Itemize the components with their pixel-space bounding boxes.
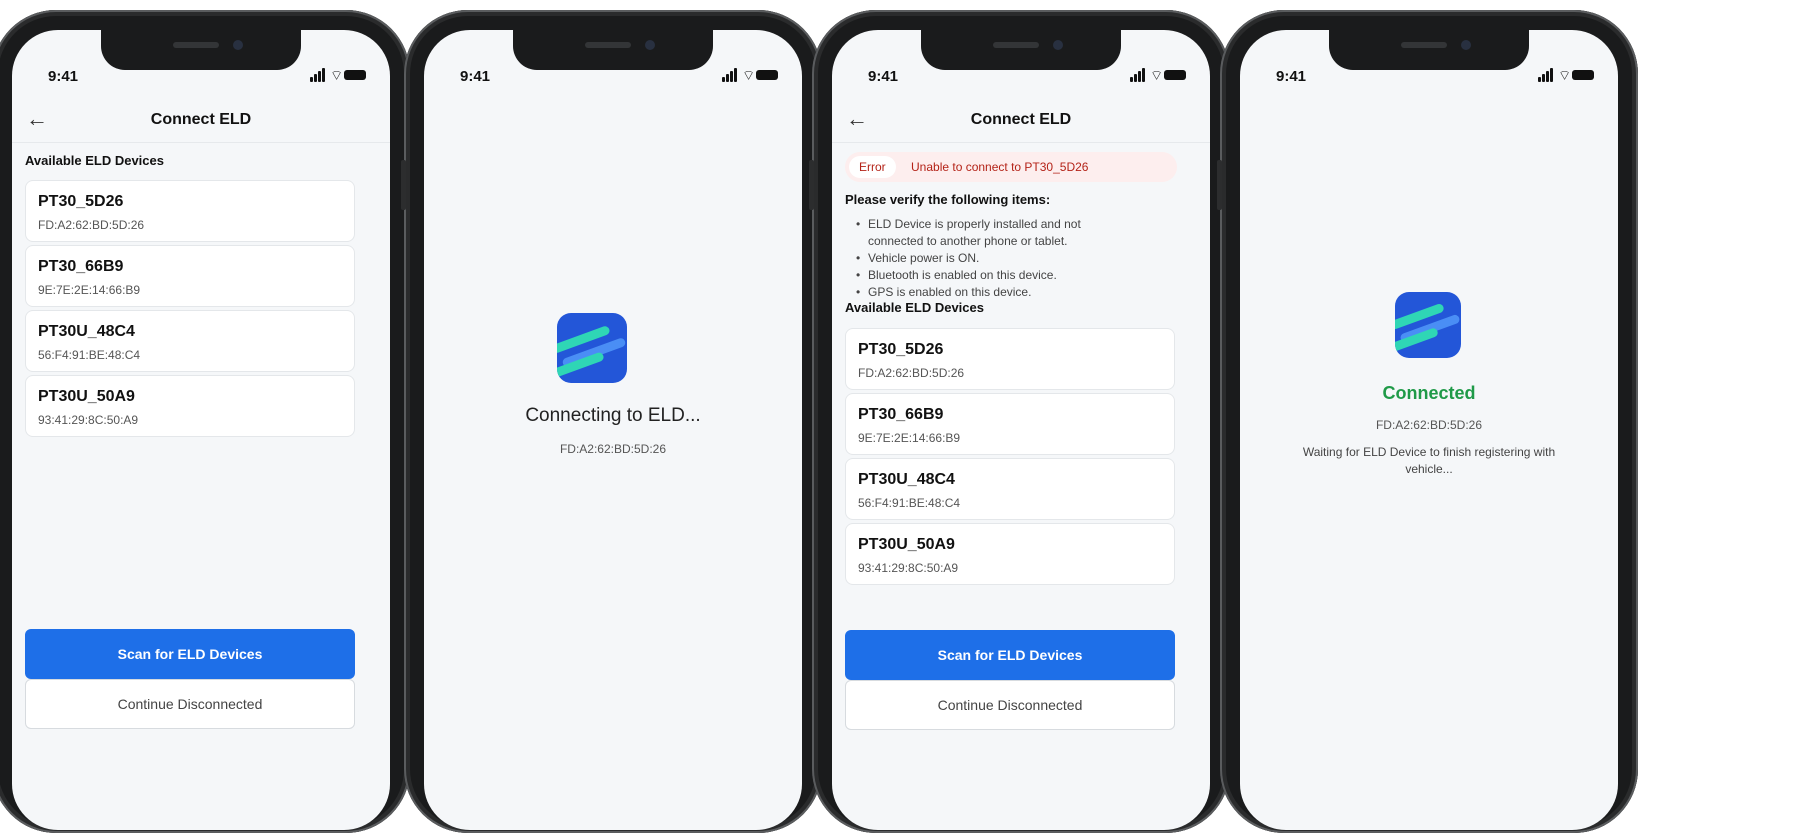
nav-bar: ← Connect ELD	[12, 98, 390, 143]
device-card[interactable]: PT30U_50A9 93:41:29:8C:50:A9	[845, 523, 1175, 585]
device-card[interactable]: PT30U_48C4 56:F4:91:BE:48:C4	[25, 310, 355, 372]
battery-icon	[1572, 70, 1594, 80]
scan-button[interactable]: Scan for ELD Devices	[25, 629, 355, 679]
device-name: PT30U_48C4	[858, 471, 955, 488]
device-card[interactable]: PT30_5D26 FD:A2:62:BD:5D:26	[845, 328, 1175, 390]
status-time: 9:41	[1276, 68, 1307, 85]
error-banner: Error Unable to connect to PT30_5D26	[845, 152, 1177, 182]
device-mac: 9E:7E:2E:14:66:B9	[38, 283, 141, 297]
checklist-item: ELD Device is properly installed and not…	[856, 216, 1118, 250]
wifi-icon: ⌔	[1150, 67, 1164, 83]
status-time: 9:41	[868, 68, 899, 85]
wifi-icon: ⌔	[330, 67, 344, 83]
device-name: PT30U_48C4	[38, 323, 135, 340]
device-mac: FD:A2:62:BD:5D:26	[1375, 418, 1483, 432]
status-time: 9:41	[48, 68, 79, 85]
section-heading: Available ELD Devices	[845, 300, 984, 315]
scan-button[interactable]: Scan for ELD Devices	[845, 630, 1175, 680]
phone-frame-2: 9:41 ⌔ Connecting to ELD... FD:A2:62:BD:…	[401, 10, 825, 833]
device-name: PT30U_50A9	[38, 388, 135, 405]
section-heading: Available ELD Devices	[25, 153, 164, 168]
eld-logo-icon	[557, 313, 627, 383]
device-name: PT30_5D26	[858, 341, 944, 358]
screen-connected: 9:41 ⌔ Connected FD:A2:62:BD:5D:26 Waiti…	[1240, 30, 1618, 830]
device-name: PT30_5D26	[38, 193, 124, 210]
device-card[interactable]: PT30U_50A9 93:41:29:8C:50:A9	[25, 375, 355, 437]
checklist-item: GPS is enabled on this device.	[856, 284, 1176, 301]
side-button	[1217, 160, 1222, 210]
screen-connecting: 9:41 ⌔ Connecting to ELD... FD:A2:62:BD:…	[424, 30, 802, 830]
device-mac: FD:A2:62:BD:5D:26	[559, 442, 667, 456]
battery-icon	[344, 70, 366, 80]
status-bar: 9:41 ⌔	[12, 30, 390, 86]
device-name: PT30_66B9	[858, 406, 944, 423]
device-name: PT30_66B9	[38, 258, 124, 275]
checklist-item: Bluetooth is enabled on this device.	[856, 267, 1176, 284]
verify-heading: Please verify the following items:	[845, 192, 1051, 207]
continue-disconnected-button[interactable]: Continue Disconnected	[25, 679, 355, 729]
wifi-icon: ⌔	[742, 67, 756, 83]
checklist-item: Vehicle power is ON.	[856, 250, 1176, 267]
side-button	[401, 160, 406, 210]
connecting-message: Connecting to ELD...	[525, 405, 701, 426]
battery-icon	[756, 70, 778, 80]
device-mac: 93:41:29:8C:50:A9	[38, 413, 139, 427]
device-name: PT30U_50A9	[858, 536, 955, 553]
phone-frame-3: 9:41 ⌔ ← Connect ELD Error Unable to con…	[809, 10, 1233, 833]
wifi-icon: ⌔	[1558, 67, 1572, 83]
error-tag: Error	[849, 156, 896, 178]
error-message: Unable to connect to PT30_5D26	[911, 160, 1089, 174]
verify-checklist: ELD Device is properly installed and not…	[856, 216, 1176, 301]
status-bar: 9:41 ⌔	[424, 30, 802, 86]
device-card[interactable]: PT30U_48C4 56:F4:91:BE:48:C4	[845, 458, 1175, 520]
status-time: 9:41	[460, 68, 491, 85]
device-mac: FD:A2:62:BD:5D:26	[858, 366, 965, 380]
eld-logo-icon	[1395, 292, 1461, 358]
nav-bar: ← Connect ELD	[832, 98, 1210, 143]
screen-device-list: 9:41 ⌔ ← Connect ELD Available ELD Devic…	[12, 30, 390, 830]
device-card[interactable]: PT30_66B9 9E:7E:2E:14:66:B9	[845, 393, 1175, 455]
phone-frame-1: 9:41 ⌔ ← Connect ELD Available ELD Devic…	[0, 10, 413, 833]
page-title: Connect ELD	[970, 111, 1072, 128]
battery-icon	[1164, 70, 1186, 80]
screen-connection-error: 9:41 ⌔ ← Connect ELD Error Unable to con…	[832, 30, 1210, 830]
device-mac: 56:F4:91:BE:48:C4	[38, 348, 141, 362]
page-title: Connect ELD	[150, 111, 252, 128]
device-mac: 93:41:29:8C:50:A9	[858, 561, 959, 575]
device-mac: FD:A2:62:BD:5D:26	[38, 218, 145, 232]
waiting-message: Waiting for ELD Device to finish registe…	[1302, 445, 1556, 476]
side-button	[809, 160, 814, 210]
status-bar: 9:41 ⌔	[832, 30, 1210, 86]
phone-frame-4: 9:41 ⌔ Connected FD:A2:62:BD:5D:26 Waiti…	[1217, 10, 1638, 833]
device-card[interactable]: PT30_5D26 FD:A2:62:BD:5D:26	[25, 180, 355, 242]
connection-status: Connected	[1382, 383, 1476, 403]
device-card[interactable]: PT30_66B9 9E:7E:2E:14:66:B9	[25, 245, 355, 307]
continue-disconnected-button[interactable]: Continue Disconnected	[845, 680, 1175, 730]
status-bar: 9:41 ⌔	[1240, 30, 1618, 86]
device-mac: 56:F4:91:BE:48:C4	[858, 496, 961, 510]
device-mac: 9E:7E:2E:14:66:B9	[858, 431, 961, 445]
